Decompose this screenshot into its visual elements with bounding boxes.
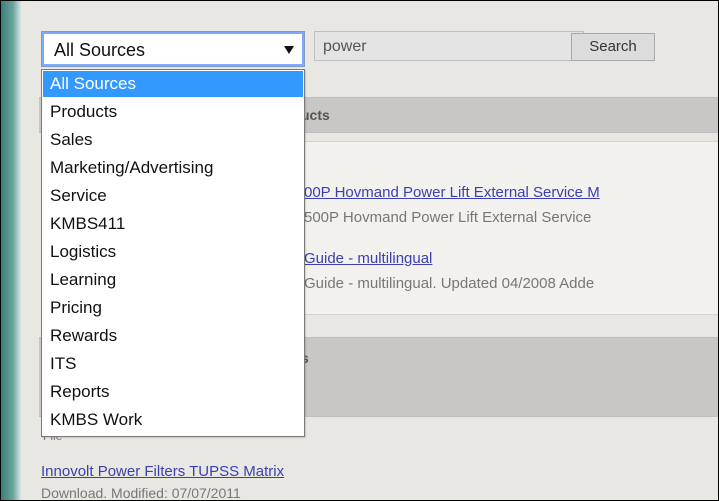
dropdown-arrow-icon[interactable] (284, 46, 294, 54)
section-title: ucts (301, 107, 330, 123)
dropdown-option-kmbs-work[interactable]: KMBS Work (43, 407, 303, 433)
dropdown-option-service[interactable]: Service (43, 183, 303, 209)
result-description: 500P Hovmand Power Lift External Service (304, 209, 592, 226)
dropdown-option-learning[interactable]: Learning (43, 267, 303, 293)
dropdown-option-reports[interactable]: Reports (43, 379, 303, 405)
result-description: Download. Modified: 07/07/2011 (41, 485, 241, 501)
search-input[interactable]: power (314, 31, 584, 61)
dropdown-option-marketing-advertising[interactable]: Marketing/Advertising (43, 155, 303, 181)
result-link[interactable]: Guide - multilingual (304, 250, 432, 267)
result-link[interactable]: Innovolt Power Filters TUPSS Matrix (41, 463, 284, 480)
dropdown-option-products[interactable]: Products (43, 99, 303, 125)
dropdown-option-sales[interactable]: Sales (43, 127, 303, 153)
dropdown-option-logistics[interactable]: Logistics (43, 239, 303, 265)
select-value: All Sources (54, 40, 146, 60)
dropdown-option-its[interactable]: ITS (43, 351, 303, 377)
dropdown-option-all-sources[interactable]: All Sources (43, 71, 303, 97)
result-description: Guide - multilingual. Updated 04/2008 Ad… (304, 275, 595, 292)
source-dropdown-list: All Sources Products Sales Marketing/Adv… (41, 69, 305, 437)
dropdown-option-rewards[interactable]: Rewards (43, 323, 303, 349)
side-accent-bar (1, 1, 21, 500)
result-link[interactable]: 00P Hovmand Power Lift External Service … (304, 184, 600, 201)
source-select[interactable]: All Sources (41, 31, 305, 67)
dropdown-option-pricing[interactable]: Pricing (43, 295, 303, 321)
search-button[interactable]: Search (571, 33, 655, 61)
window-frame: power Search ucts 00P Hovmand Power Lift… (0, 0, 719, 501)
dropdown-option-kmbs411[interactable]: KMBS411 (43, 211, 303, 237)
